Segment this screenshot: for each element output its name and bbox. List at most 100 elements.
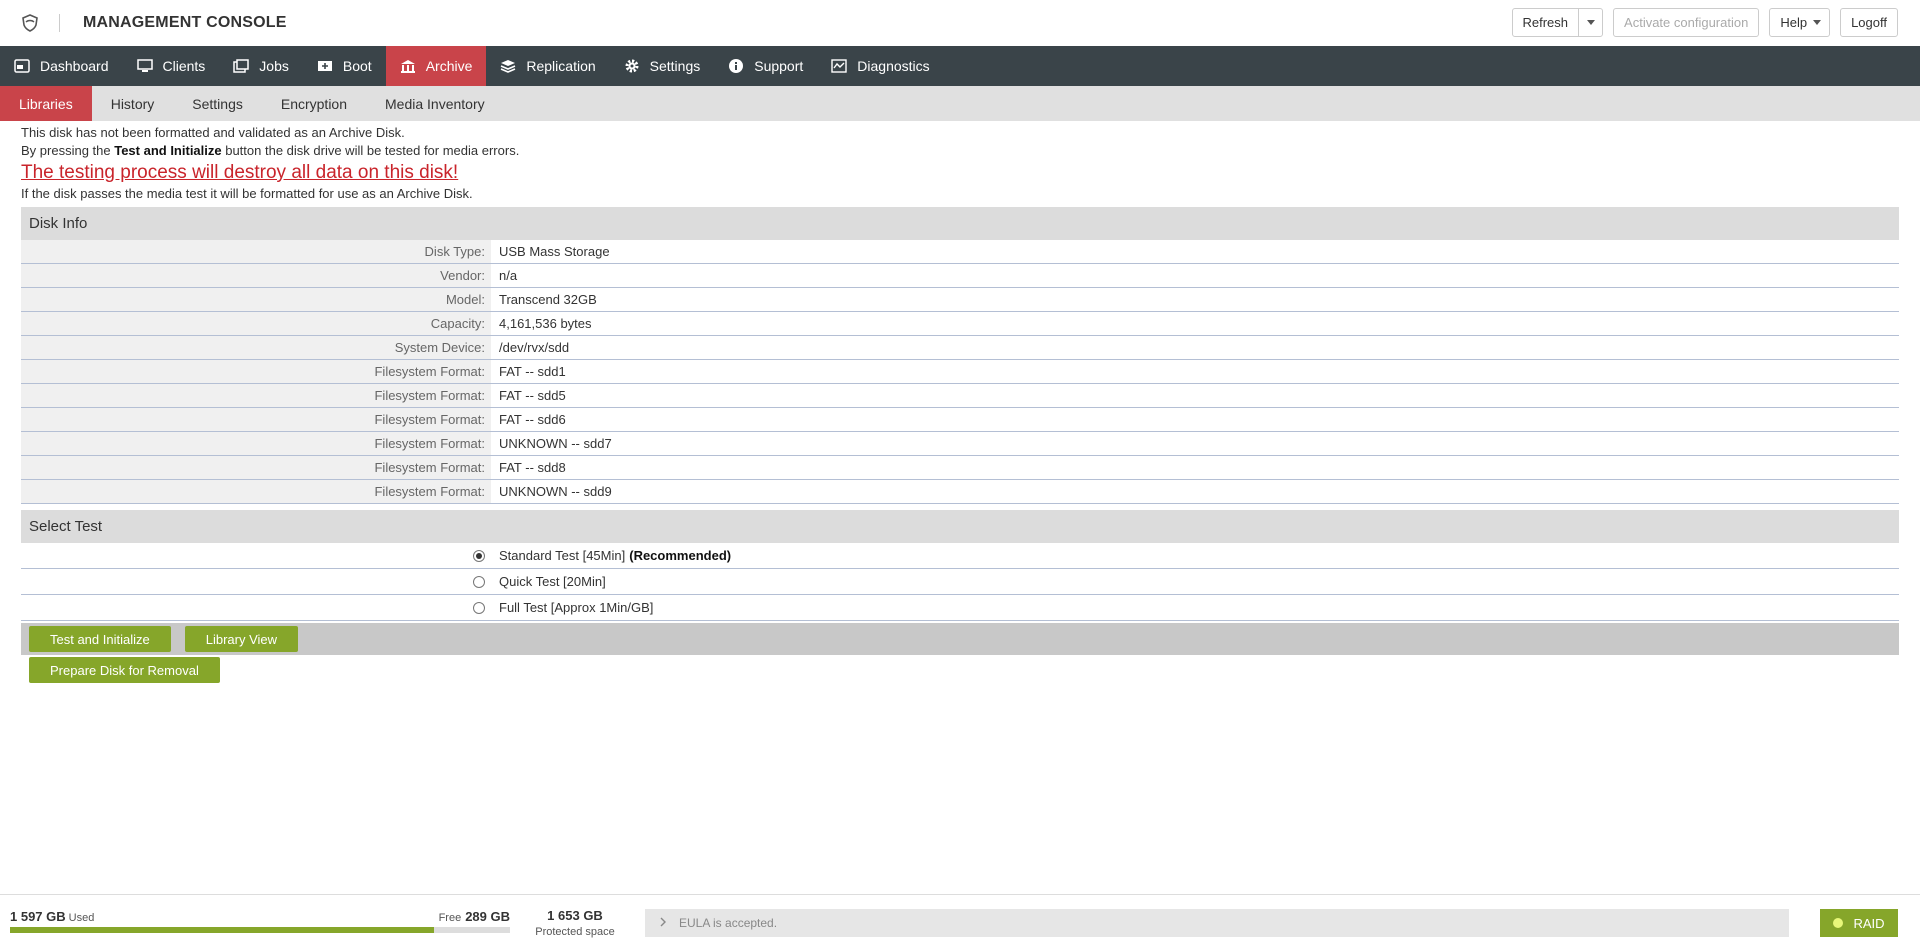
nav-label: Archive [425, 58, 473, 74]
disk-info-row: Disk Type: USB Mass Storage [21, 240, 1899, 264]
used-label: Used [68, 912, 95, 924]
test-option-label: Quick Test [20Min] [499, 574, 606, 589]
disk-info-key: Vendor: [21, 264, 491, 287]
disk-info-value: FAT -- sdd8 [499, 460, 566, 475]
action-bar: Test and Initialize Library View [21, 623, 1899, 655]
nav-label: Support [754, 58, 804, 74]
disk-info-key: Filesystem Format: [21, 456, 491, 479]
protected-value: 1 653 GB [547, 908, 603, 923]
nav-label: Dashboard [40, 58, 109, 74]
tab-media-inventory[interactable]: Media Inventory [366, 86, 504, 121]
refresh-dropdown-toggle[interactable] [1578, 9, 1602, 36]
select-test-section: Select Test Standard Test [45Min] (Recomm… [21, 510, 1899, 621]
free-value: 289 GB [465, 909, 510, 924]
test-option-radio[interactable] [473, 601, 485, 614]
disk-info-row: Filesystem Format: UNKNOWN -- sdd9 [21, 480, 1899, 504]
tab-history[interactable]: History [92, 86, 174, 121]
logoff-button[interactable]: Logoff [1840, 8, 1898, 37]
sub-navigation: Libraries History Settings Encryption Me… [0, 86, 1920, 121]
disk-info-value: n/a [499, 268, 518, 283]
test-option-label-wrap: Quick Test [20Min] [491, 574, 606, 589]
chevron-right-icon [659, 916, 667, 930]
layers-icon [500, 58, 516, 74]
prepare-disk-removal-button[interactable]: Prepare Disk for Removal [29, 657, 220, 683]
jobs-icon [233, 58, 250, 74]
nav-jobs[interactable]: Jobs [219, 46, 303, 86]
test-option-recommended: (Recommended) [629, 548, 732, 563]
disk-info-value: USB Mass Storage [499, 244, 610, 259]
help-button[interactable]: Help [1769, 8, 1831, 37]
disk-info-table: Disk Type: USB Mass Storage Vendor: n/a Mode… [21, 240, 1899, 504]
raid-label: RAID [1853, 915, 1885, 931]
refresh-button[interactable]: Refresh [1511, 8, 1604, 37]
disk-info-value: UNKNOWN -- sdd7 [499, 436, 612, 451]
main-content: This disk has not been formatted and val… [21, 124, 1899, 683]
test-option-row[interactable]: Full Test [Approx 1Min/GB] [21, 595, 1899, 621]
nav-support[interactable]: Support [714, 46, 817, 86]
nav-label: Clients [162, 58, 206, 74]
info-message-2-pre: By pressing the [21, 143, 115, 158]
disk-info-heading: Disk Info [21, 207, 1899, 240]
disk-info-row: Filesystem Format: FAT -- sdd1 [21, 360, 1899, 384]
library-view-button[interactable]: Library View [184, 626, 299, 652]
disk-info-key: Filesystem Format: [21, 480, 491, 503]
eula-status[interactable]: EULA is accepted. [645, 909, 1789, 937]
disk-info-key: System Device: [21, 336, 491, 359]
activate-configuration-button[interactable]: Activate configuration [1613, 8, 1760, 37]
test-options: Standard Test [45Min] (Recommended) Quick … [21, 543, 1899, 621]
nav-settings[interactable]: Settings [610, 46, 715, 86]
test-option-radio[interactable] [473, 549, 485, 562]
test-option-label: Full Test [Approx 1Min/GB] [499, 600, 654, 615]
nav-dashboard[interactable]: Dashboard [0, 46, 123, 86]
info-message-2-bold: Test and Initialize [114, 143, 222, 158]
logoff-label: Logoff [1851, 15, 1887, 30]
tab-encryption[interactable]: Encryption [262, 86, 366, 121]
disk-info-value: Transcend 32GB [499, 292, 597, 307]
info-message-1: This disk has not been formatted and val… [21, 125, 405, 140]
chevron-down-icon [1586, 20, 1595, 25]
disk-info-key: Filesystem Format: [21, 432, 491, 455]
test-option-radio[interactable] [473, 575, 485, 588]
disk-info-key: Filesystem Format: [21, 360, 491, 383]
disk-info-row: Vendor: n/a [21, 264, 1899, 288]
radio-selected-dot [476, 552, 482, 559]
test-option-label: Standard Test [45Min] [499, 548, 626, 563]
free-space: Free 289 GB [439, 909, 510, 924]
nav-label: Diagnostics [857, 58, 930, 74]
protected-label: Protected space [535, 926, 615, 938]
status-led-icon [1833, 918, 1844, 928]
test-option-label-wrap: Standard Test [45Min] (Recommended) [491, 548, 731, 563]
test-option-row[interactable]: Quick Test [20Min] [21, 569, 1899, 595]
storage-usage: 1 597 GB Used Free 289 GB [10, 909, 510, 933]
disk-info-row: Filesystem Format: FAT -- sdd8 [21, 456, 1899, 480]
tab-settings[interactable]: Settings [173, 86, 262, 121]
nav-archive[interactable]: Archive [385, 46, 487, 86]
tab-libraries[interactable]: Libraries [0, 86, 92, 121]
disk-info-value: FAT -- sdd6 [499, 412, 566, 427]
disk-info-section: Disk Info Disk Type: USB Mass Storage Vend… [21, 207, 1899, 504]
nav-label: Boot [342, 58, 372, 74]
nav-replication[interactable]: Replication [486, 46, 609, 86]
archive-icon [400, 58, 416, 74]
disk-info-key: Filesystem Format: [21, 384, 491, 407]
header-actions: Refresh Activate configuration Help Logo… [1511, 8, 1898, 37]
raid-status-button[interactable]: RAID [1820, 909, 1898, 937]
main-navigation: Dashboard Clients Jobs Boot Archive Repl… [0, 46, 1920, 86]
disk-info-row: System Device: /dev/rvx/sdd [21, 336, 1899, 360]
used-value: 1 597 GB [10, 909, 66, 924]
nav-boot[interactable]: Boot [303, 46, 386, 86]
test-and-initialize-button[interactable]: Test and Initialize [29, 626, 171, 652]
nav-label: Replication [526, 58, 596, 74]
boot-icon [317, 58, 333, 74]
test-option-row[interactable]: Standard Test [45Min] (Recommended) [21, 543, 1899, 569]
disk-info-value: FAT -- sdd5 [499, 388, 566, 403]
disk-info-key: Filesystem Format: [21, 408, 491, 431]
test-option-radio-cell [21, 569, 491, 594]
disk-info-row: Filesystem Format: FAT -- sdd5 [21, 384, 1899, 408]
chevron-down-icon [1813, 20, 1822, 25]
nav-diagnostics[interactable]: Diagnostics [817, 46, 943, 86]
nav-clients[interactable]: Clients [123, 46, 220, 86]
protected-space: 1 653 GB Protected space [534, 908, 616, 938]
select-test-heading: Select Test [21, 510, 1899, 543]
usage-bar-fill [10, 927, 434, 933]
